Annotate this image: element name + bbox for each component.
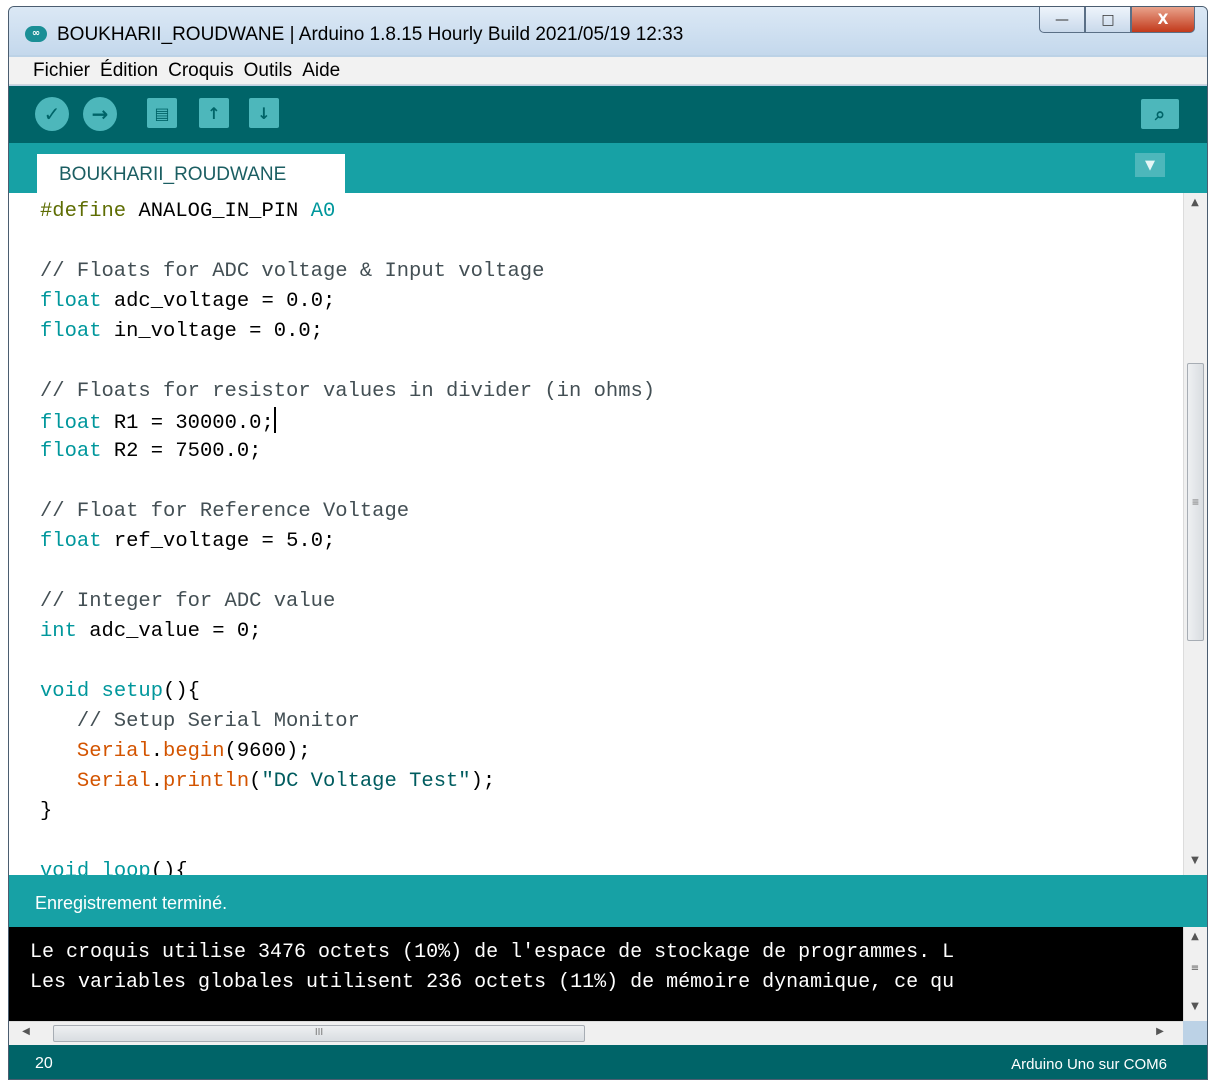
code-line: Serial.begin(9600); (76, 740, 311, 763)
arrow-right-icon: → (91, 102, 109, 126)
board-port-label: Arduino Uno sur COM6 (1011, 1056, 1167, 1073)
editor-scroll-thumb[interactable]: ≡ (1187, 363, 1204, 641)
code-line: // Floats for resistor values in divider… (40, 380, 656, 403)
code-line: #define ANALOG_IN_PIN A0 (40, 200, 336, 223)
console-line: Le croquis utilise 3476 octets (10%) de … (30, 941, 955, 964)
footer-bar: 20 Arduino Uno sur COM6 (9, 1045, 1207, 1079)
scroll-left-icon[interactable]: ◀ (15, 1026, 37, 1042)
grip-icon: ≡ (1191, 495, 1199, 509)
menu-aide[interactable]: Aide (302, 60, 340, 82)
code-line: // Integer for ADC value (40, 590, 336, 613)
code-line: float ref_voltage = 5.0; (40, 530, 336, 553)
checkmark-icon: ✓ (43, 102, 61, 126)
new-file-icon: ▤ (154, 103, 170, 123)
console-scroll-down-icon[interactable]: ▼ (1184, 1001, 1206, 1017)
code-editor[interactable]: #define ANALOG_IN_PIN A0 // Floats for AD… (9, 193, 1183, 875)
console-grip-icon: ≡ (1190, 963, 1200, 974)
menu-bar: Fichier Édition Croquis Outils Aide (9, 57, 1207, 85)
console-scroll-up-icon[interactable]: ▲ (1184, 931, 1206, 947)
ide-window: ∞ BOUKHARII_ROUDWANE | Arduino 1.8.15 Ho… (8, 6, 1208, 1080)
close-button[interactable]: X (1131, 7, 1195, 33)
code-text[interactable]: #define ANALOG_IN_PIN A0 // Floats for AD… (40, 197, 655, 875)
scroll-up-icon[interactable]: ▲ (1184, 197, 1206, 213)
horizontal-scroll-thumb[interactable]: III (53, 1025, 585, 1042)
status-message: Enregistrement terminé. (35, 893, 228, 913)
upload-button[interactable]: → (83, 97, 117, 131)
code-line: float in_voltage = 0.0; (40, 320, 324, 343)
serial-monitor-button[interactable]: ⌕ (1141, 99, 1179, 129)
code-line: void setup(){ (40, 680, 200, 703)
console-horizontal-scrollbar[interactable]: ◀ III ▶ (9, 1021, 1183, 1045)
line-number: 20 (35, 1055, 53, 1072)
window-controls: — □ X (1039, 7, 1195, 33)
new-sketch-button[interactable]: ▤ (147, 98, 177, 128)
scroll-down-icon[interactable]: ▼ (1184, 855, 1206, 871)
minimize-button[interactable]: — (1039, 7, 1085, 33)
arrow-up-icon: ↑ (207, 103, 221, 123)
toolbar: ✓ → ▤ ↑ ↓ ⌕ (9, 86, 1207, 143)
code-line: void loop(){ (40, 860, 188, 875)
tab-menu-button[interactable]: ▼ (1135, 153, 1165, 177)
tab-sketch[interactable]: BOUKHARII_ROUDWANE (37, 154, 345, 193)
code-line: // Float for Reference Voltage (40, 500, 410, 523)
menu-edition[interactable]: Édition (100, 60, 158, 82)
code-line: float R2 = 7500.0; (40, 440, 262, 463)
editor-vertical-scrollbar[interactable]: ▲ ≡ ▼ (1183, 193, 1207, 875)
code-line: Serial.println("DC Voltage Test"); (76, 770, 496, 793)
console-line: Les variables globales utilisent 236 oct… (30, 971, 955, 994)
arrow-down-icon: ↓ (257, 103, 271, 123)
tab-bar: BOUKHARII_ROUDWANE ▼ (9, 143, 1207, 193)
menu-croquis[interactable]: Croquis (168, 60, 233, 82)
arduino-logo-icon: ∞ (25, 26, 47, 42)
code-line: // Setup Serial Monitor (40, 710, 360, 733)
console-vertical-scrollbar[interactable]: ▲ ≡ ▼ (1183, 927, 1207, 1021)
code-line: int adc_value = 0; (40, 620, 262, 643)
save-sketch-button[interactable]: ↓ (249, 98, 279, 128)
menu-outils[interactable]: Outils (244, 60, 293, 82)
verify-button[interactable]: ✓ (35, 97, 69, 131)
status-bar: Enregistrement terminé. (9, 875, 1207, 927)
title-bar[interactable]: ∞ BOUKHARII_ROUDWANE | Arduino 1.8.15 Ho… (9, 7, 1207, 55)
chevron-down-icon: ▼ (1145, 157, 1155, 173)
menu-fichier[interactable]: Fichier (33, 60, 90, 82)
code-line: } (40, 800, 53, 823)
window-title: BOUKHARII_ROUDWANE | Arduino 1.8.15 Hour… (57, 24, 684, 45)
magnifier-icon: ⌕ (1154, 103, 1166, 125)
scroll-right-icon[interactable]: ▶ (1149, 1026, 1171, 1042)
maximize-button[interactable]: □ (1085, 7, 1131, 33)
code-line: float R1 = 30000.0; (40, 407, 655, 437)
text-cursor (273, 407, 276, 433)
code-line: float adc_voltage = 0.0; (40, 290, 336, 313)
open-sketch-button[interactable]: ↑ (199, 98, 229, 128)
console-output[interactable]: Le croquis utilise 3476 octets (10%) de … (9, 927, 1183, 1021)
code-line: // Floats for ADC voltage & Input voltag… (40, 260, 545, 283)
